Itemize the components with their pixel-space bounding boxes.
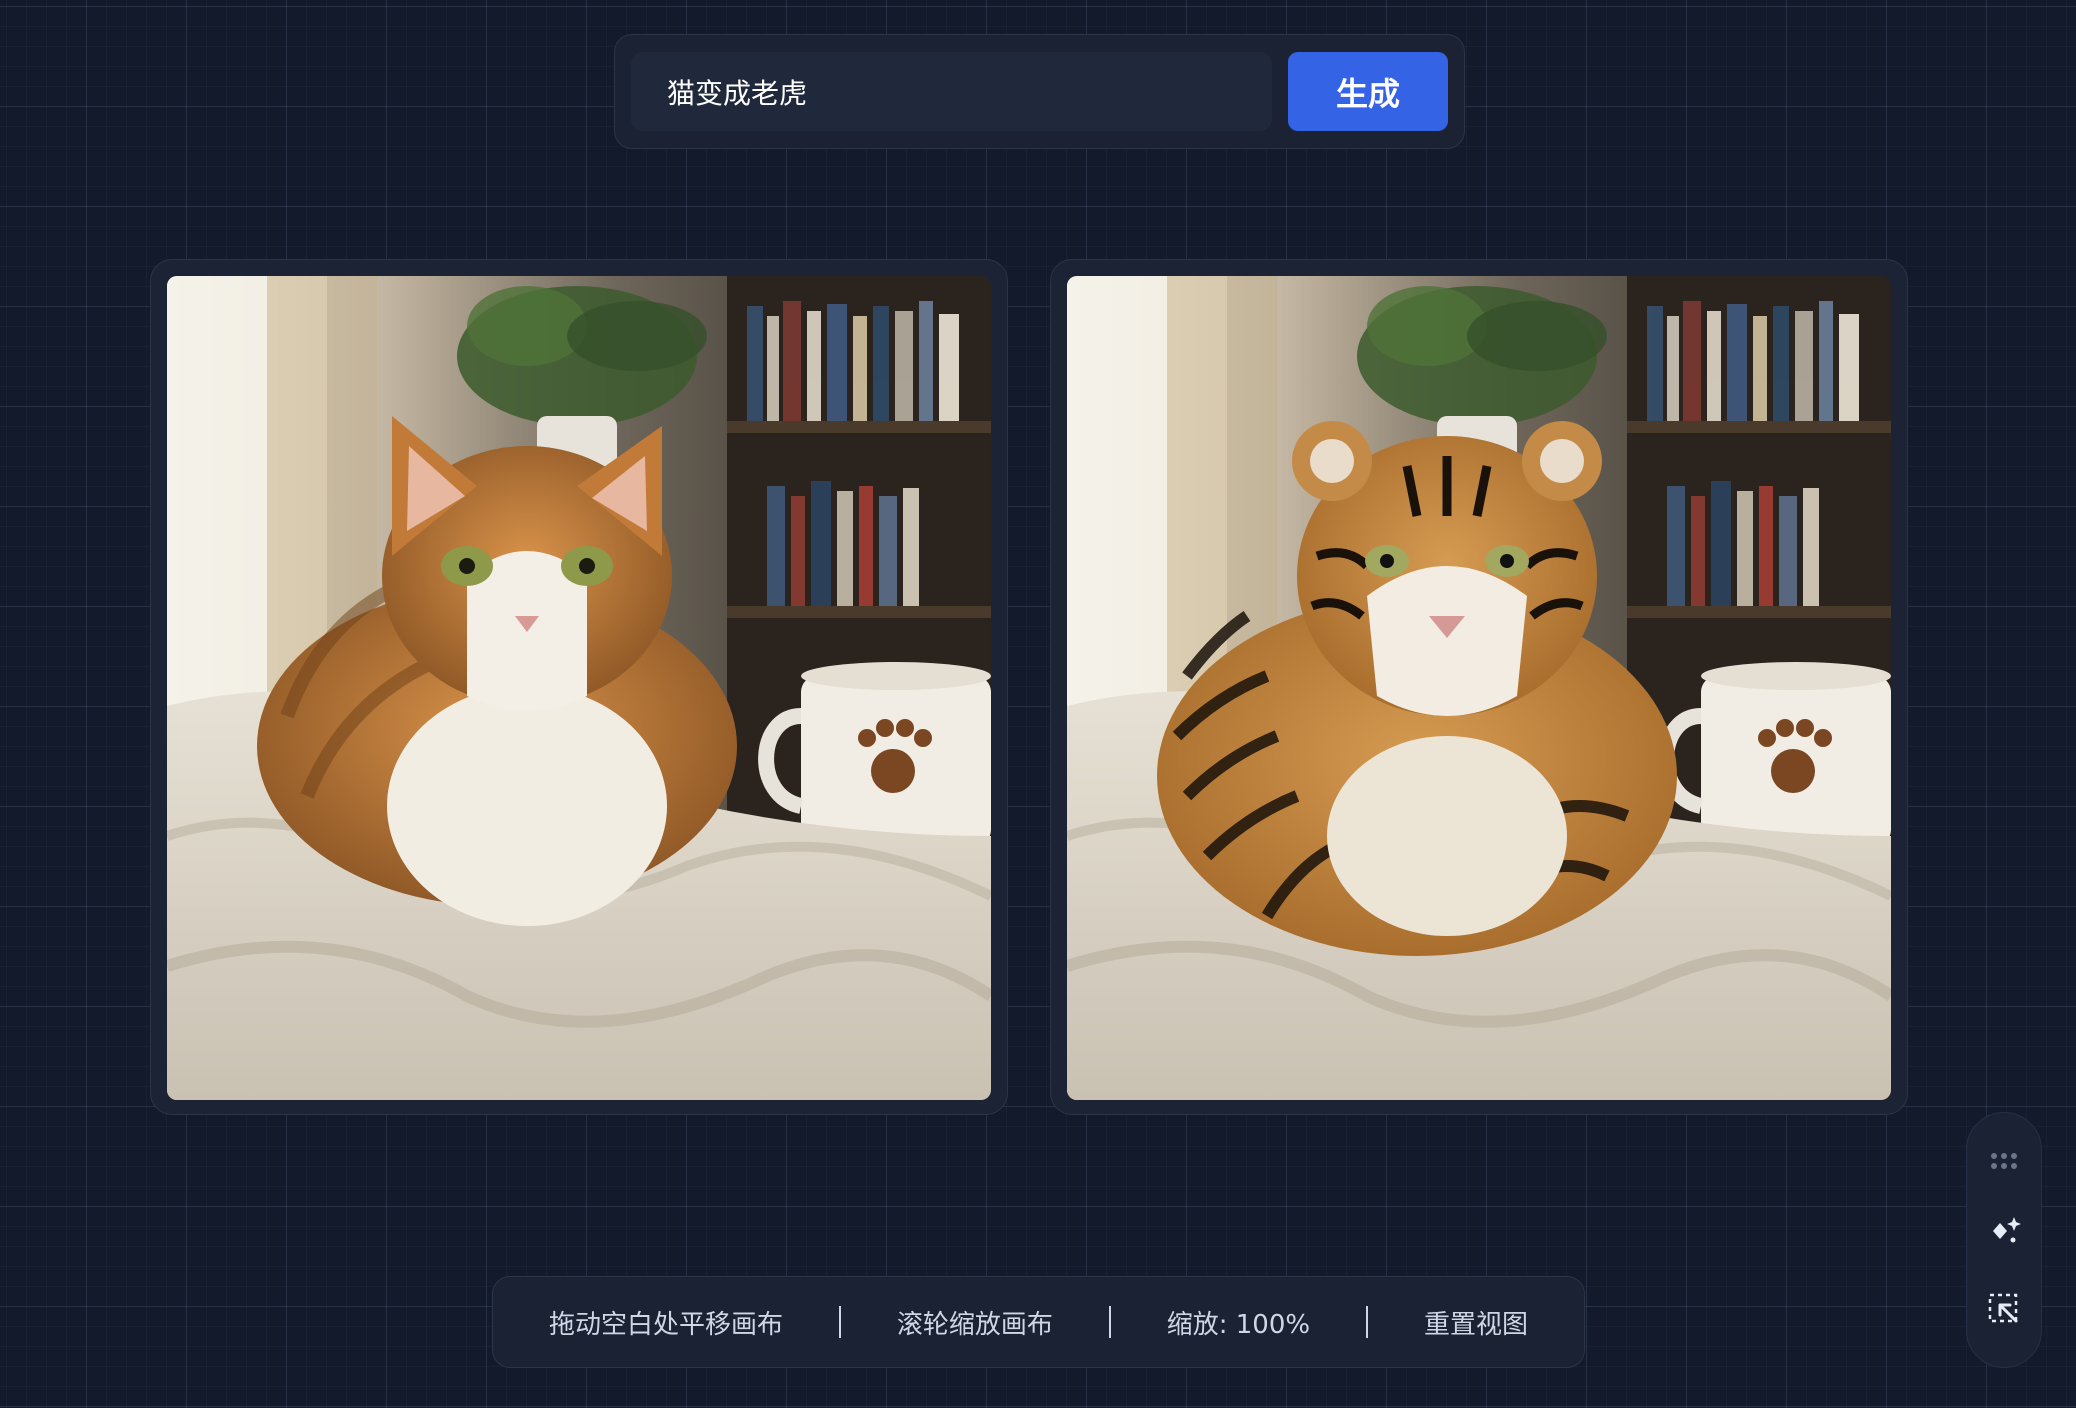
tiger-image: [1067, 276, 1891, 1100]
sparkle-icon[interactable]: [1982, 1213, 2026, 1249]
grip-dots-icon[interactable]: [1982, 1151, 2026, 1171]
cat-image: [167, 276, 991, 1100]
prompt-input[interactable]: [631, 52, 1272, 131]
tool-dock: [1966, 1112, 2042, 1368]
canvas-toolbar: 拖动空白处平移画布 滚轮缩放画布 缩放: 100% 重置视图: [492, 1276, 1585, 1368]
zoom-level: 缩放: 100%: [1166, 1309, 1311, 1340]
divider: [1108, 1306, 1111, 1338]
result-image-frame[interactable]: [1050, 259, 1908, 1115]
prompt-bar: 生成: [614, 34, 1465, 149]
divider: [1366, 1306, 1369, 1338]
scroll-zoom-hint: 滚轮缩放画布: [896, 1309, 1053, 1340]
generate-button[interactable]: 生成: [1288, 52, 1448, 131]
select-arrow-icon[interactable]: [1982, 1291, 2026, 1327]
pan-hint: 拖动空白处平移画布: [548, 1309, 783, 1340]
divider: [838, 1306, 841, 1338]
reset-view-button[interactable]: 重置视图: [1424, 1304, 1528, 1341]
original-image-frame[interactable]: [150, 259, 1008, 1115]
